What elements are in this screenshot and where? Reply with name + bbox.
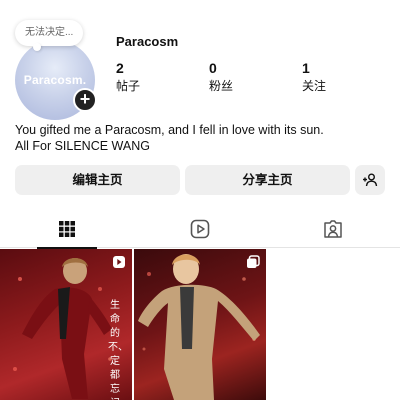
grid-icon [58, 221, 75, 237]
username: Paracosm [116, 34, 179, 49]
multi-photo-icon [247, 255, 260, 268]
post-empty-slot [268, 249, 400, 400]
tab-reels[interactable] [133, 210, 266, 248]
post-thumbnail-2[interactable] [134, 249, 266, 400]
stat-posts-value: 2 [116, 60, 124, 76]
post-2-badge [246, 255, 260, 274]
share-profile-button[interactable]: 分享主页 [185, 165, 350, 195]
stat-following[interactable]: 1 关注 [302, 60, 326, 94]
bio-line-2: All For SILENCE WANG [15, 139, 150, 153]
note-bubble[interactable]: 无法决定... [15, 20, 84, 51]
add-person-button[interactable] [355, 165, 385, 195]
bio-line-1: You gifted me a Paracosm, and I fell in … [15, 123, 324, 137]
stat-posts[interactable]: 2 帖子 [116, 60, 140, 94]
avatar-text: Paracosm. [23, 73, 87, 87]
add-story-button[interactable]: + [73, 88, 97, 112]
edit-profile-button[interactable]: 编辑主页 [15, 165, 180, 195]
post-1-badge [112, 255, 126, 274]
stat-followers-label: 粉丝 [209, 79, 234, 93]
post-thumbnail-1[interactable]: 生命的不、定都忘记 [0, 249, 132, 400]
tab-posts[interactable] [0, 210, 133, 249]
stat-posts-label: 帖子 [116, 79, 141, 93]
reels-icon [190, 219, 209, 239]
reel-icon [113, 256, 125, 268]
tab-tagged[interactable] [266, 210, 399, 248]
stat-followers-value: 0 [209, 60, 217, 76]
stat-following-value: 1 [302, 60, 310, 76]
stat-following-label: 关注 [302, 79, 327, 93]
stat-followers[interactable]: 0 粉丝 [209, 60, 233, 94]
tagged-icon [323, 220, 342, 238]
profile-tabs [0, 210, 400, 249]
add-person-icon [363, 173, 378, 187]
bio: You gifted me a Paracosm, and I fell in … [15, 122, 324, 154]
post-1-caption: 生命的不、定都忘记 [108, 300, 128, 400]
